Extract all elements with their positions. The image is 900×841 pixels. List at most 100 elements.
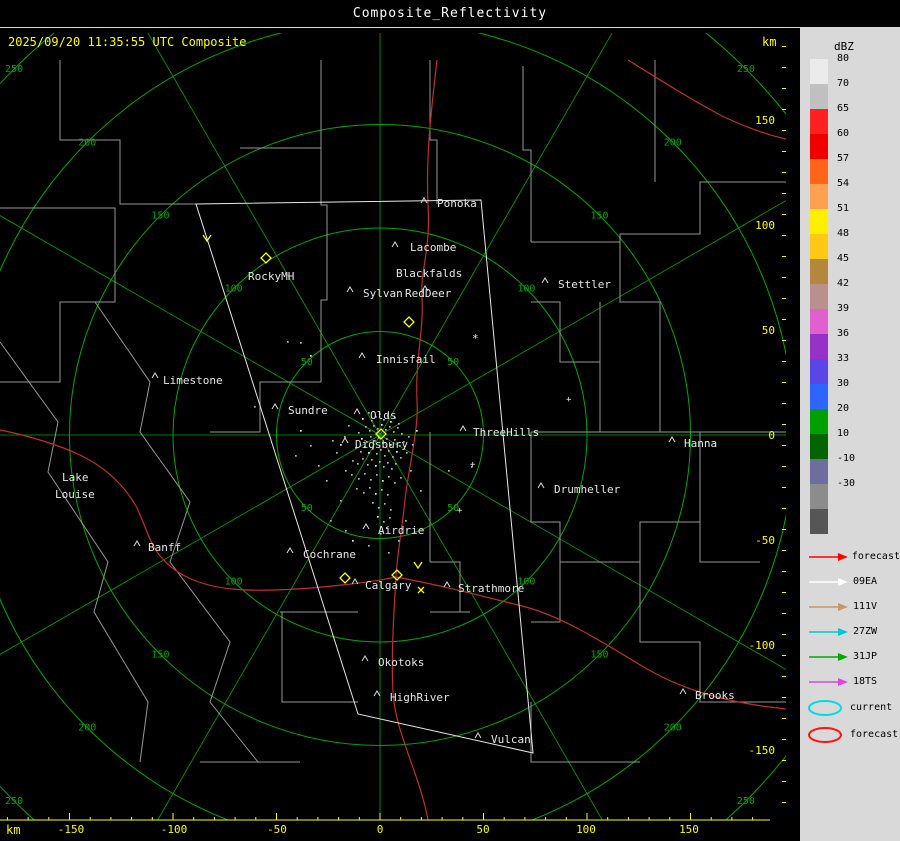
city-label: Blackfalds (396, 267, 462, 280)
dbz-scale-label: 65 (837, 103, 850, 114)
dbz-scale-label: 57 (837, 153, 850, 164)
echo-pixel (396, 451, 398, 453)
dbz-scale-label: 42 (837, 278, 850, 289)
dbz-scale-row: 36 (810, 328, 898, 359)
town-caret-icon (373, 690, 381, 697)
town-caret-icon (679, 688, 687, 695)
echo-pixel (395, 463, 397, 465)
town-caret-icon (459, 425, 467, 432)
radar-diamond-icon (339, 572, 351, 584)
dbz-color-block (810, 359, 828, 384)
city-label: Drumheller (554, 483, 621, 496)
ring-distance-label: 150 (151, 650, 169, 661)
dbz-scale-row: 20 (810, 403, 898, 434)
bottom-axis-label: -100 (161, 823, 188, 836)
city-label: Okotoks (378, 656, 424, 669)
town-caret-icon (391, 241, 399, 248)
echo-pixel (363, 492, 365, 494)
radar-map[interactable]: 50 100 150 200 250 50 100 150 200 250 50 100 150 200 2… (0, 0, 800, 841)
dbz-color-block (810, 184, 828, 209)
echo-pixel (368, 452, 370, 454)
ring-distance-label: 150 (591, 210, 609, 221)
arrow-icon (809, 627, 848, 636)
dbz-scale-label: 54 (837, 178, 850, 189)
town-caret-icon (286, 547, 294, 554)
dbz-scale-row: 57 (810, 153, 898, 184)
ring-distance-label: 100 (225, 284, 243, 295)
highway-line (627, 59, 786, 140)
city-label: Strathmore (458, 582, 524, 595)
boundary-line (0, 207, 116, 383)
ring-distance-label: 250 (737, 64, 755, 75)
echo-pixel (379, 461, 381, 463)
city-label: Louise (55, 488, 95, 501)
echo-pixel (378, 507, 380, 509)
dbz-color-block (810, 159, 828, 184)
town-caret-icon (358, 352, 366, 359)
boundary-line (599, 362, 660, 433)
ellipse-icon (808, 699, 842, 716)
dbz-scale-row: 60 (810, 128, 898, 159)
timestamp-label: 2025/09/20 11:35:55 UTC Composite (8, 35, 247, 49)
page-title: Composite_Reflectivity (352, 6, 548, 21)
radar-diamond-icon (260, 252, 272, 264)
dbz-scale-label: -30 (837, 478, 856, 489)
echo-pixel (330, 520, 332, 522)
ring-distance-label: 50 (301, 357, 313, 368)
echo-pixel (287, 341, 289, 343)
chevron-marker-icon (413, 561, 423, 570)
echo-pixel (295, 455, 297, 457)
ring-distance-label: 200 (78, 723, 96, 734)
dbz-color-block (810, 109, 828, 134)
town-caret-icon (346, 286, 354, 293)
dbz-scale-label: 20 (837, 403, 850, 414)
echo-pixel (394, 482, 396, 484)
city-label: Banff (148, 541, 181, 554)
dbz-color-block (810, 409, 828, 434)
echo-pixel (318, 465, 320, 467)
echo-pixel (420, 490, 422, 492)
dbz-scale-label: 30 (837, 378, 850, 389)
legend-panel: dBZ 80 70 65 60 57 54 51 48 45 42 39 36 33 30 20 10 -10 -… (800, 28, 900, 841)
dbz-scale-row: -30 (810, 478, 898, 509)
ring-distance-label: 250 (5, 796, 23, 807)
dbz-scale-label: 33 (837, 353, 850, 364)
echo-pixel (367, 464, 369, 466)
ellipse-icon (808, 726, 842, 743)
dbz-scale-label: 60 (837, 128, 850, 139)
dbz-scale-label: 39 (837, 303, 850, 314)
dbz-color-block (810, 134, 828, 159)
city-label: ThreeHills (473, 426, 539, 439)
radar-diamond-icon (403, 316, 415, 328)
echo-pixel (358, 478, 360, 480)
dbz-scale-row: 54 (810, 178, 898, 209)
city-label: Limestone (163, 374, 223, 387)
echo-pixel (400, 477, 402, 479)
boundary-line (619, 242, 661, 362)
echo-pixel (406, 452, 408, 454)
asterisk-marker-icon: * (472, 332, 479, 345)
boundary-line (94, 301, 259, 763)
dbz-scale-row: 42 (810, 278, 898, 309)
city-label: Sylvan (363, 287, 403, 300)
boundary-line (530, 432, 760, 563)
right-axis-label: 150 (755, 114, 775, 127)
echo-pixel (377, 516, 379, 518)
map-layers: 50 100 150 200 250 50 100 150 200 250 50 100 150 200 2… (0, 33, 786, 820)
arrow-icon (809, 677, 848, 686)
echo-pixel (387, 494, 389, 496)
ring-distance-label: 100 (517, 284, 535, 295)
ellipse-legend-label: forecast (850, 729, 899, 740)
city-label: Lacombe (410, 241, 456, 254)
dbz-scale-label: 80 (837, 53, 850, 64)
dbz-color-block (810, 209, 828, 234)
arrow-icon (809, 577, 848, 586)
city-label: RockyMH (248, 270, 294, 283)
right-axis-label: -100 (749, 639, 776, 652)
dbz-color-block (810, 84, 828, 109)
ellipse-legend-row: current (806, 694, 900, 721)
echo-pixel (336, 452, 338, 454)
plus-marker-icon: + (457, 506, 463, 516)
echo-pixel (254, 406, 256, 408)
ring-distance-label: 250 (5, 64, 23, 75)
